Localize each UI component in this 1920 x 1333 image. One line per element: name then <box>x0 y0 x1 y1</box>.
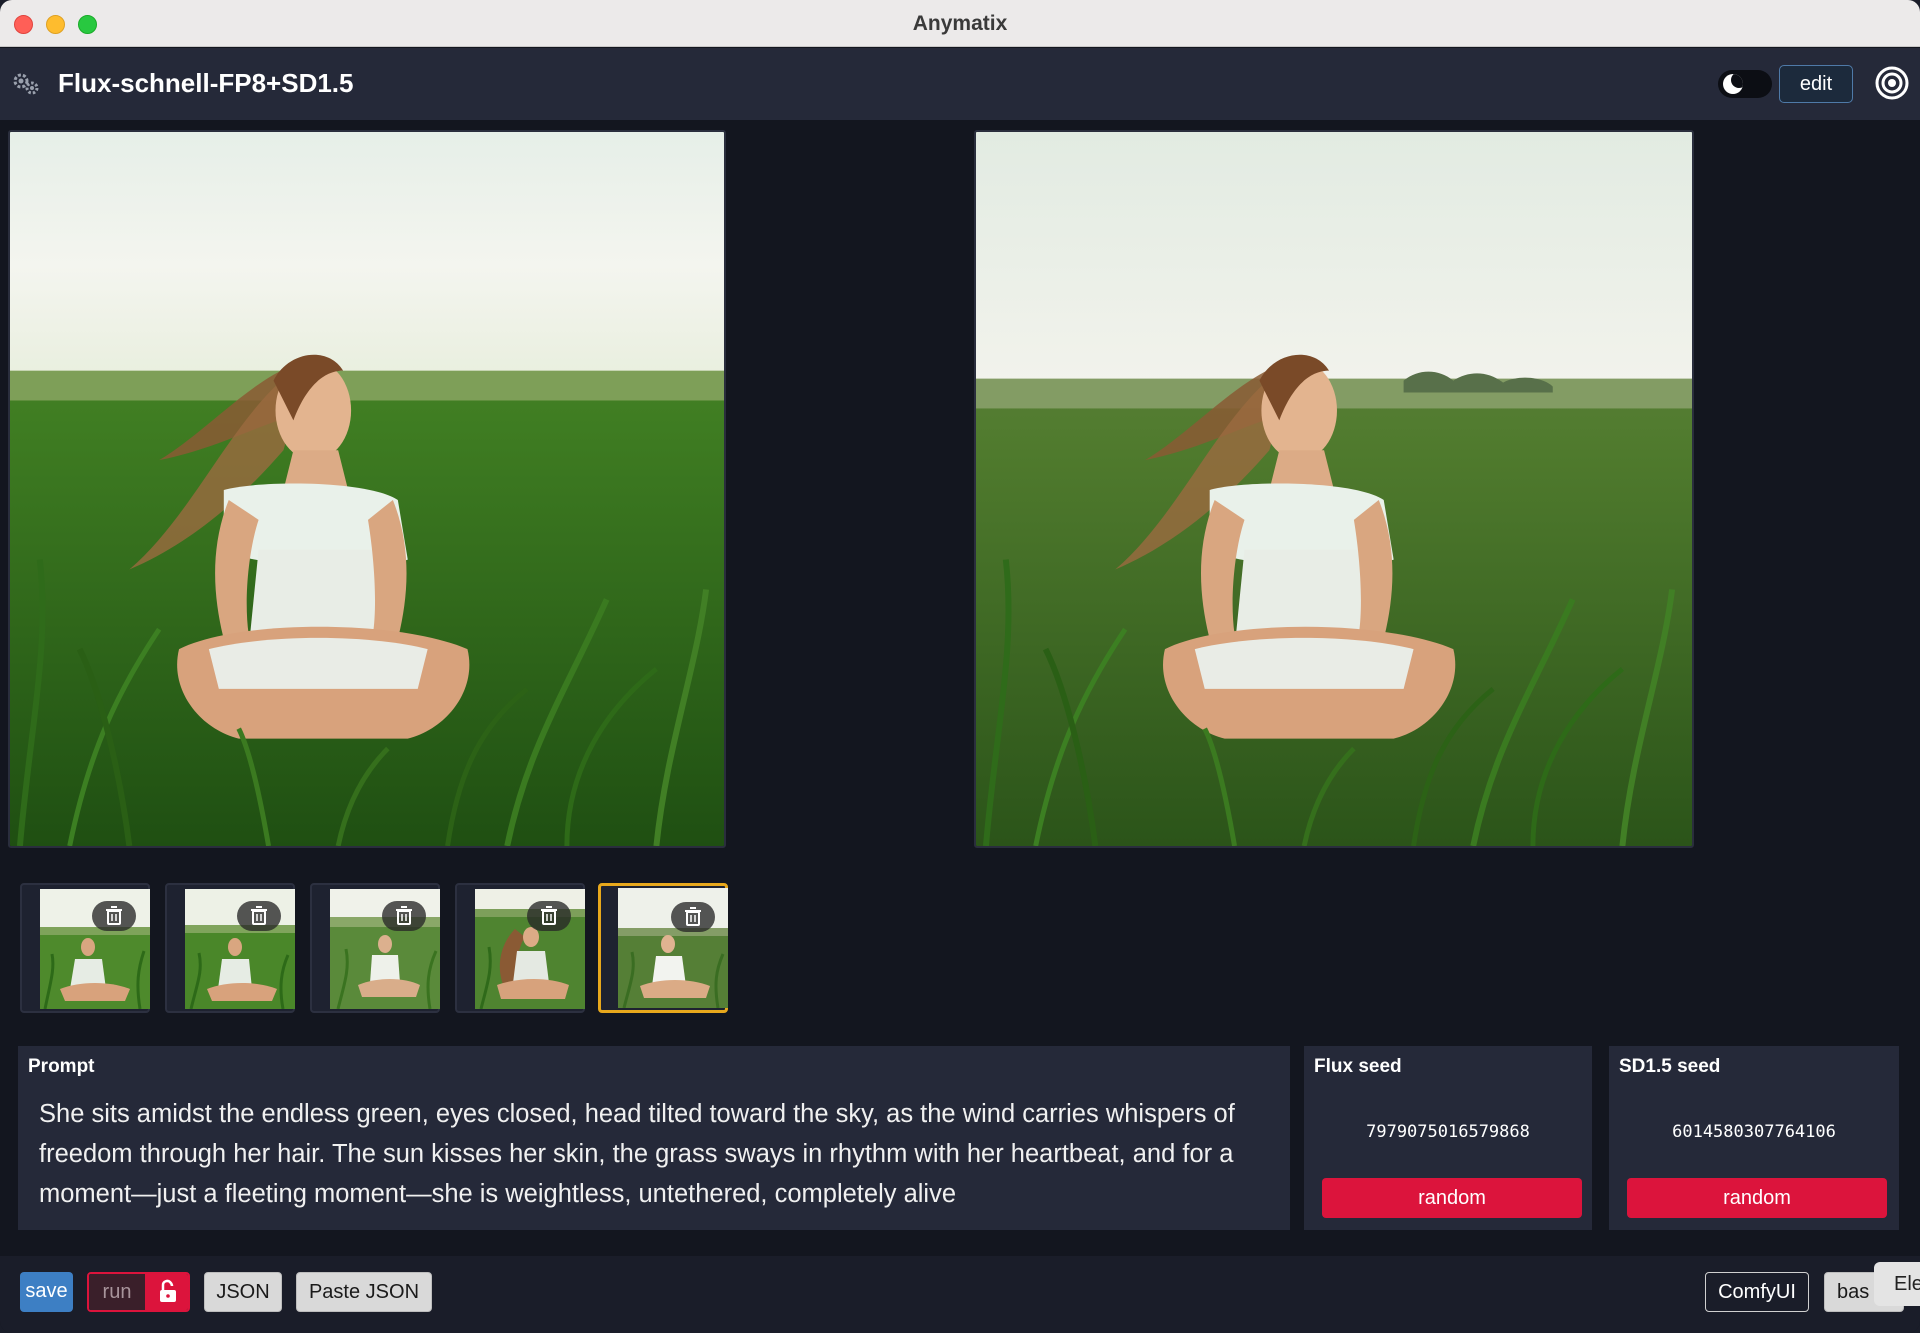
edit-button[interactable]: edit <box>1779 65 1853 103</box>
generated-photo <box>10 132 724 846</box>
trash-icon[interactable] <box>671 902 715 932</box>
output-image-left[interactable] <box>8 130 726 848</box>
ele-side-tab[interactable]: Ele <box>1874 1262 1920 1306</box>
save-button[interactable]: save <box>20 1272 73 1312</box>
sd15-seed-label: SD1.5 seed <box>1619 1056 1721 1077</box>
target-icon[interactable] <box>1874 65 1910 101</box>
trash-icon[interactable] <box>237 901 281 931</box>
comfyui-button[interactable]: ComfyUI <box>1705 1272 1809 1312</box>
flux-seed-random-button[interactable]: random <box>1322 1178 1582 1218</box>
output-image-right[interactable] <box>974 130 1694 848</box>
title-bar: Anymatix <box>0 0 1920 47</box>
flux-seed-panel: Flux seed 7979075016579868 random <box>1304 1046 1592 1230</box>
run-button[interactable]: run <box>89 1274 145 1310</box>
thumbnail-3[interactable] <box>310 883 440 1013</box>
sd15-seed-input[interactable]: 6014580307764106 <box>1609 1122 1899 1142</box>
flux-seed-label: Flux seed <box>1314 1056 1402 1077</box>
trash-icon[interactable] <box>382 901 426 931</box>
thumbnail-1[interactable] <box>20 883 150 1013</box>
window-title: Anymatix <box>912 12 1008 35</box>
theme-toggle[interactable] <box>1718 70 1772 98</box>
flux-seed-input[interactable]: 7979075016579868 <box>1304 1122 1592 1142</box>
trash-icon[interactable] <box>527 901 571 931</box>
gear-icon[interactable] <box>12 72 40 96</box>
bottom-toolbar: save run JSON Paste JSON ComfyUI bas <box>0 1256 1920 1333</box>
sd15-seed-panel: SD1.5 seed 6014580307764106 random <box>1609 1046 1899 1230</box>
prompt-label: Prompt <box>28 1056 95 1077</box>
json-button[interactable]: JSON <box>204 1272 282 1312</box>
paste-json-button[interactable]: Paste JSON <box>296 1272 432 1312</box>
app-window: Anymatix Flux-schnell-FP8+SD1.5 edit Pro… <box>0 0 1920 1333</box>
thumbnail-5-selected[interactable] <box>598 883 728 1013</box>
unlock-icon[interactable] <box>145 1274 188 1310</box>
trash-icon[interactable] <box>92 901 136 931</box>
workflow-title: Flux-schnell-FP8+SD1.5 <box>58 68 354 98</box>
prompt-panel: Prompt She sits amidst the endless green… <box>18 1046 1290 1230</box>
thumbnail-4[interactable] <box>455 883 585 1013</box>
prompt-textarea[interactable]: She sits amidst the endless green, eyes … <box>39 1094 1284 1214</box>
sd15-seed-random-button[interactable]: random <box>1627 1178 1887 1218</box>
run-button-group: run <box>87 1272 190 1312</box>
app-header: Flux-schnell-FP8+SD1.5 edit <box>0 48 1920 120</box>
moon-icon <box>1723 74 1743 94</box>
thumbnail-2[interactable] <box>165 883 295 1013</box>
refined-photo <box>976 132 1692 846</box>
